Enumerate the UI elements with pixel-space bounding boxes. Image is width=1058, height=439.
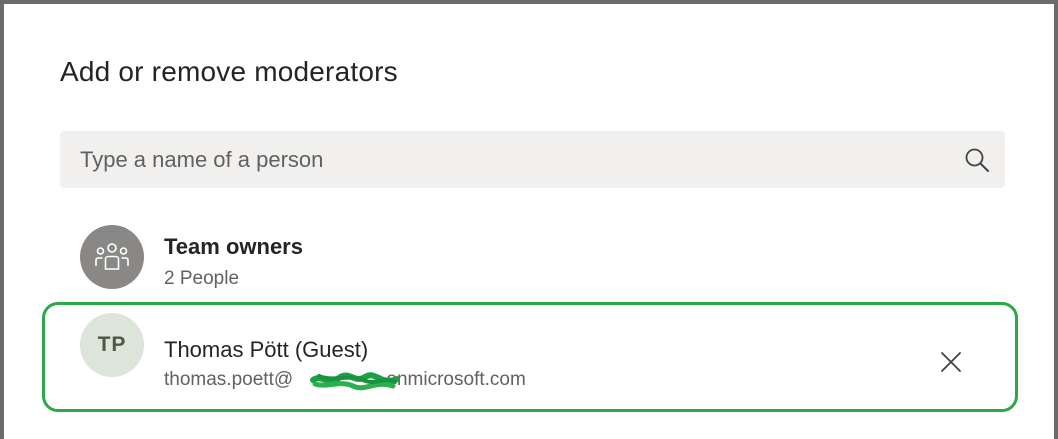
close-icon[interactable] [938, 349, 964, 375]
redaction-scribble [310, 372, 400, 391]
people-group-icon [95, 243, 129, 270]
team-owners-name: Team owners [164, 234, 303, 259]
search-box[interactable] [60, 131, 1005, 188]
person-name: Thomas Pött (Guest) [164, 337, 369, 362]
avatar: TP [80, 313, 144, 377]
team-owners-count: 2 People [164, 268, 240, 289]
search-input[interactable] [60, 131, 940, 188]
team-owners-avatar [80, 225, 144, 289]
moderators-dialog: Add or remove moderators Team owners 2 P… [4, 4, 1054, 439]
dialog-title: Add or remove moderators [60, 56, 398, 87]
email-prefix: thomas.poett@ [164, 369, 294, 390]
email-suffix: .onmicrosoft.com [381, 369, 526, 390]
moderator-item-thomas-poett: TP Thomas Pött (Guest) thomas.poett@ .onm… [60, 306, 1005, 391]
search-icon[interactable] [963, 146, 991, 174]
moderator-item-team-owners: Team owners 2 People [60, 219, 1005, 299]
